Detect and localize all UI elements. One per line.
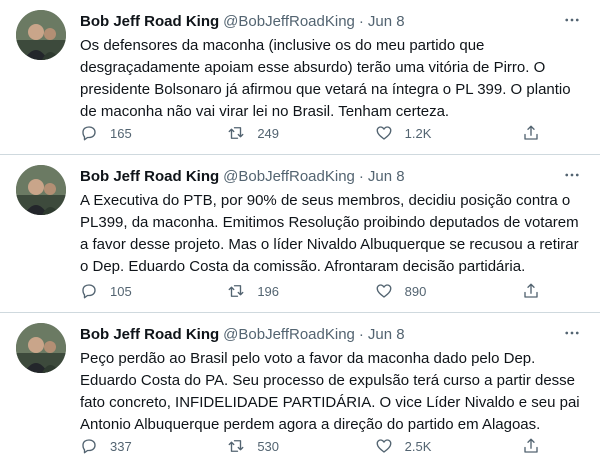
tweet-text: A Executiva do PTB, por 90% de seus memb… (80, 190, 580, 278)
more-horizontal-icon[interactable] (560, 163, 584, 187)
display-name[interactable]: Bob Jeff Road King (80, 326, 219, 343)
tweet-header: Bob Jeff Road King @BobJeffRoadKing · Ju… (80, 165, 584, 187)
tweet-text-line: a favor desse projeto. Mas o líder Nival… (80, 236, 579, 253)
tweet[interactable]: Bob Jeff Road King @BobJeffRoadKing · Ju… (0, 313, 600, 467)
heart-icon (375, 437, 393, 455)
like-count: 2.5K (404, 438, 432, 454)
heart-icon (375, 282, 393, 300)
like-button[interactable]: 890 (375, 282, 490, 300)
tweet-text-line: Os defensores da maconha (inclusive os d… (80, 37, 485, 54)
retweet-button[interactable]: 249 (227, 124, 342, 142)
user-handle[interactable]: @BobJeffRoadKing (223, 168, 355, 185)
separator-dot: · (358, 167, 364, 185)
tweet-header: Bob Jeff Road King @BobJeffRoadKing · Ju… (80, 10, 584, 32)
retweet-icon (227, 124, 245, 142)
avatar[interactable] (16, 10, 66, 60)
retweet-icon (227, 437, 245, 455)
like-button[interactable]: 1.2K (375, 124, 490, 142)
tweet-actions: 337 530 2.5K (80, 435, 540, 457)
tweet[interactable]: Bob Jeff Road King @BobJeffRoadKing · Ju… (0, 155, 600, 313)
retweet-button[interactable]: 530 (227, 437, 342, 455)
tweet-text-line: presidente Bolsonaro já afirmou que veta… (80, 81, 571, 98)
tweet-header: Bob Jeff Road King @BobJeffRoadKing · Ju… (80, 323, 584, 345)
separator-dot: · (358, 12, 364, 30)
share-icon (522, 282, 540, 300)
tweet-text-line: PL399, da maconha. Emitimos Resolução pr… (80, 214, 579, 231)
tweet-text-line: fato concreto, INFIDELIDADE PARTIDÁRIA. … (80, 394, 580, 411)
reply-icon (80, 437, 98, 455)
tweet-feed: Bob Jeff Road King @BobJeffRoadKing · Ju… (0, 0, 600, 467)
share-button[interactable] (522, 437, 540, 455)
reply-count: 337 (110, 438, 132, 454)
tweet-text: Peço perdão ao Brasil pelo voto a favor … (80, 348, 580, 436)
tweet-text-line: o Dep. Eduardo Costa da comissão. Afront… (80, 258, 526, 275)
reply-count: 165 (110, 125, 132, 141)
share-icon (522, 437, 540, 455)
display-name[interactable]: Bob Jeff Road King (80, 168, 219, 185)
share-button[interactable] (522, 282, 540, 300)
more-horizontal-icon[interactable] (560, 8, 584, 32)
avatar[interactable] (16, 165, 66, 215)
user-handle[interactable]: @BobJeffRoadKing (223, 326, 355, 343)
retweet-count: 249 (257, 125, 280, 141)
like-count: 1.2K (404, 125, 432, 141)
tweet[interactable]: Bob Jeff Road King @BobJeffRoadKing · Ju… (0, 0, 600, 155)
reply-icon (80, 124, 98, 142)
tweet-text-line: desgraçadamente apoiam esse absurdo) ter… (80, 59, 546, 76)
tweet-text-line: A Executiva do PTB, por 90% de seus memb… (80, 192, 571, 209)
tweet-text-line: de maconha não vai virar lei no Brasil. … (80, 103, 450, 120)
reply-button[interactable]: 337 (80, 437, 195, 455)
reply-icon (80, 282, 98, 300)
like-count: 890 (404, 283, 427, 299)
tweet-text-line: Antonio Albuquerque perdem agora a direç… (80, 416, 541, 433)
tweet-text: Os defensores da maconha (inclusive os d… (80, 35, 580, 123)
tweet-date[interactable]: Jun 8 (368, 168, 405, 185)
tweet-text-line: Peço perdão ao Brasil pelo voto a favor … (80, 350, 536, 367)
share-button[interactable] (522, 124, 540, 142)
tweet-date[interactable]: Jun 8 (368, 13, 405, 30)
separator-dot: · (358, 325, 364, 343)
more-horizontal-icon[interactable] (560, 321, 584, 345)
retweet-icon (227, 282, 245, 300)
user-handle[interactable]: @BobJeffRoadKing (223, 13, 355, 30)
share-icon (522, 124, 540, 142)
retweet-button[interactable]: 196 (227, 282, 342, 300)
retweet-count: 196 (257, 283, 280, 299)
tweet-actions: 165 249 1.2K (80, 122, 540, 144)
avatar[interactable] (16, 323, 66, 373)
tweet-actions: 105 196 890 (80, 280, 540, 302)
like-button[interactable]: 2.5K (375, 437, 490, 455)
heart-icon (375, 124, 393, 142)
retweet-count: 530 (257, 438, 280, 454)
tweet-date[interactable]: Jun 8 (368, 326, 405, 343)
reply-button[interactable]: 105 (80, 282, 195, 300)
reply-button[interactable]: 165 (80, 124, 195, 142)
reply-count: 105 (110, 283, 132, 299)
display-name[interactable]: Bob Jeff Road King (80, 13, 219, 30)
tweet-text-line: Eduardo Costa do PA. Seu processo de exp… (80, 372, 576, 389)
